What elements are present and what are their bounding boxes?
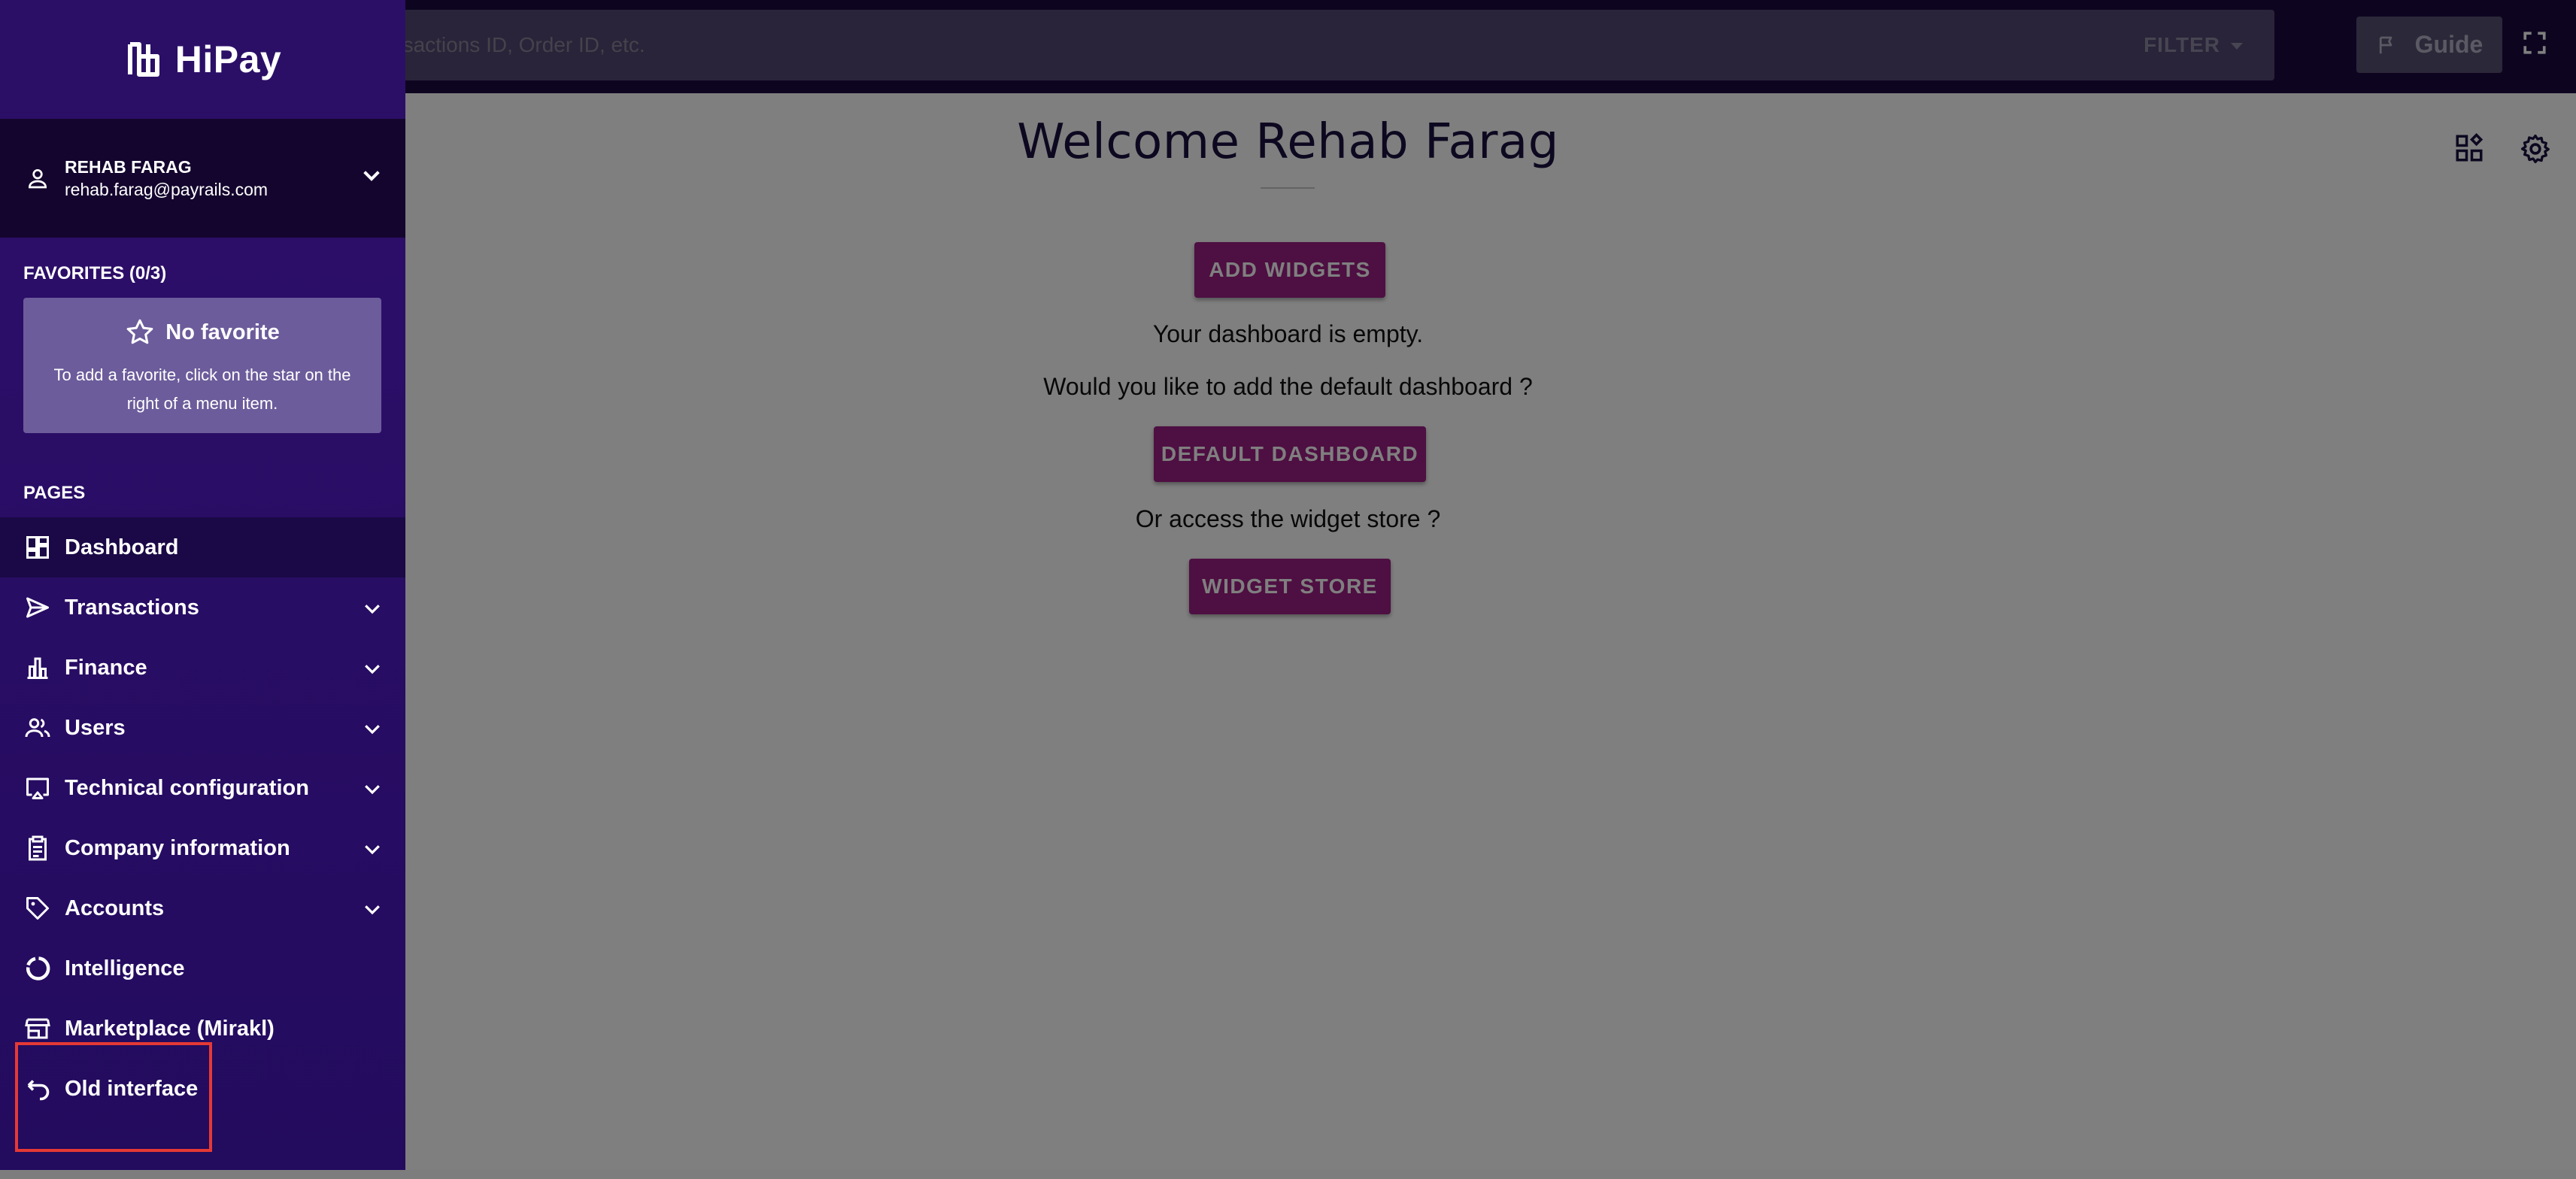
no-favorite-label: No favorite <box>165 320 280 344</box>
favorites-help-text: To add a favorite, click on the star on … <box>53 365 351 413</box>
guide-label: Guide <box>2414 31 2483 58</box>
donut-icon <box>26 956 50 980</box>
chevron-down-icon[interactable] <box>360 164 384 188</box>
dashboard-icon <box>26 536 49 559</box>
guide-button[interactable]: Guide <box>2356 17 2502 73</box>
sidebar-item-finance[interactable]: Finance <box>0 638 405 698</box>
brand-logo[interactable]: HiPay <box>0 0 405 119</box>
favorites-empty-header: No favorite <box>23 317 381 347</box>
brand-name: HiPay <box>174 38 282 80</box>
users-icon <box>25 718 50 738</box>
sidebar-item-label: Accounts <box>65 896 165 920</box>
bar-chart-icon <box>27 657 48 679</box>
sidebar-item-marketplace[interactable]: Marketplace (Mirakl) <box>0 999 405 1059</box>
hipay-logo-icon <box>127 42 159 77</box>
sidebar-item-label: Dashboard <box>65 535 179 559</box>
chevron-down-icon[interactable] <box>361 838 384 860</box>
sidebar-item-label: Finance <box>65 655 147 680</box>
sidebar-item-intelligence[interactable]: Intelligence <box>0 938 405 999</box>
gear-icon[interactable] <box>2519 132 2552 165</box>
user-menu[interactable]: REHAB FARAG rehab.farag@payrails.com <box>0 119 405 238</box>
chevron-down-icon[interactable] <box>361 777 384 800</box>
send-icon <box>26 597 49 618</box>
sidebar-item-technical-configuration[interactable]: Technical configuration <box>0 758 405 818</box>
sidebar-item-users[interactable]: Users <box>0 698 405 758</box>
store-icon <box>25 1018 50 1039</box>
favorites-empty-card: No favorite To add a favorite, click on … <box>23 298 381 433</box>
sidebar-item-label: Users <box>65 715 126 740</box>
sidebar-item-label: Old interface <box>65 1076 199 1101</box>
widget-store-button[interactable]: WIDGET STORE <box>1189 559 1391 614</box>
filter-button[interactable]: FILTER <box>2144 10 2243 80</box>
chevron-down-icon[interactable] <box>361 657 384 680</box>
flag-icon <box>2379 36 2392 53</box>
sidebar-item-old-interface[interactable]: Old interface <box>0 1059 405 1119</box>
monitor-icon <box>26 777 49 799</box>
clipboard-icon <box>29 835 47 861</box>
favorites-title: FAVORITES (0/3) <box>23 263 167 283</box>
user-name: REHAB FARAG <box>65 157 192 177</box>
sidebar-item-label: Technical configuration <box>65 775 309 800</box>
sidebar-item-dashboard[interactable]: Dashboard <box>0 517 405 577</box>
fullscreen-icon[interactable] <box>2522 30 2547 56</box>
widgets-grid-icon[interactable] <box>2453 132 2485 164</box>
star-icon <box>126 319 153 344</box>
pages-title: PAGES <box>23 483 86 503</box>
title-divider <box>1261 187 1315 189</box>
chevron-down-icon[interactable] <box>361 898 384 920</box>
user-email: rehab.farag@payrails.com <box>65 180 269 199</box>
chevron-down-icon[interactable] <box>361 597 384 620</box>
sidebar-item-company-information[interactable]: Company information <box>0 818 405 878</box>
tag-icon <box>26 897 49 920</box>
chevron-down-icon[interactable] <box>361 717 384 740</box>
filter-label: FILTER <box>2144 33 2220 56</box>
undo-icon <box>27 1080 50 1101</box>
sidebar-item-label: Company information <box>65 835 290 860</box>
sidebar: HiPay REHAB FARAG rehab.farag@payrails.c… <box>0 0 405 1170</box>
sidebar-item-accounts[interactable]: Accounts <box>0 878 405 938</box>
sidebar-item-label: Marketplace (Mirakl) <box>65 1016 275 1041</box>
sidebar-item-label: Transactions <box>65 595 199 620</box>
app: nsactions ID, Order ID, etc. FILTER Guid… <box>0 0 2576 1179</box>
sidebar-item-label: Intelligence <box>65 956 185 980</box>
search-input[interactable]: nsactions ID, Order ID, etc. FILTER <box>391 10 2274 80</box>
person-icon <box>28 169 47 189</box>
default-dashboard-button[interactable]: DEFAULT DASHBOARD <box>1154 426 1426 482</box>
sidebar-item-transactions[interactable]: Transactions <box>0 577 405 638</box>
caret-down-icon <box>2231 42 2243 50</box>
search-placeholder: nsactions ID, Order ID, etc. <box>391 33 645 56</box>
add-widgets-button[interactable]: ADD WIDGETS <box>1194 242 1385 298</box>
